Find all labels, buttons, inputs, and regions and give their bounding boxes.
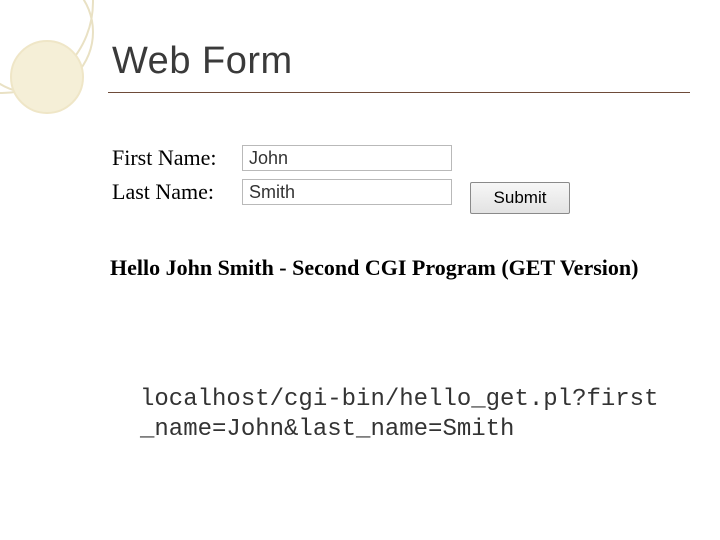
first-name-label: First Name: xyxy=(112,145,242,171)
first-name-row: First Name: xyxy=(112,145,612,171)
decorative-circle xyxy=(10,40,84,114)
title-underline xyxy=(108,92,690,93)
result-heading: Hello John Smith - Second CGI Program (G… xyxy=(110,255,638,281)
page-title: Web Form xyxy=(112,40,293,83)
submit-button[interactable]: Submit xyxy=(470,182,570,214)
last-name-label: Last Name: xyxy=(112,179,242,205)
request-url: localhost/cgi-bin/hello_get.pl?first_nam… xyxy=(140,385,670,445)
last-name-input[interactable] xyxy=(242,179,452,205)
first-name-input[interactable] xyxy=(242,145,452,171)
